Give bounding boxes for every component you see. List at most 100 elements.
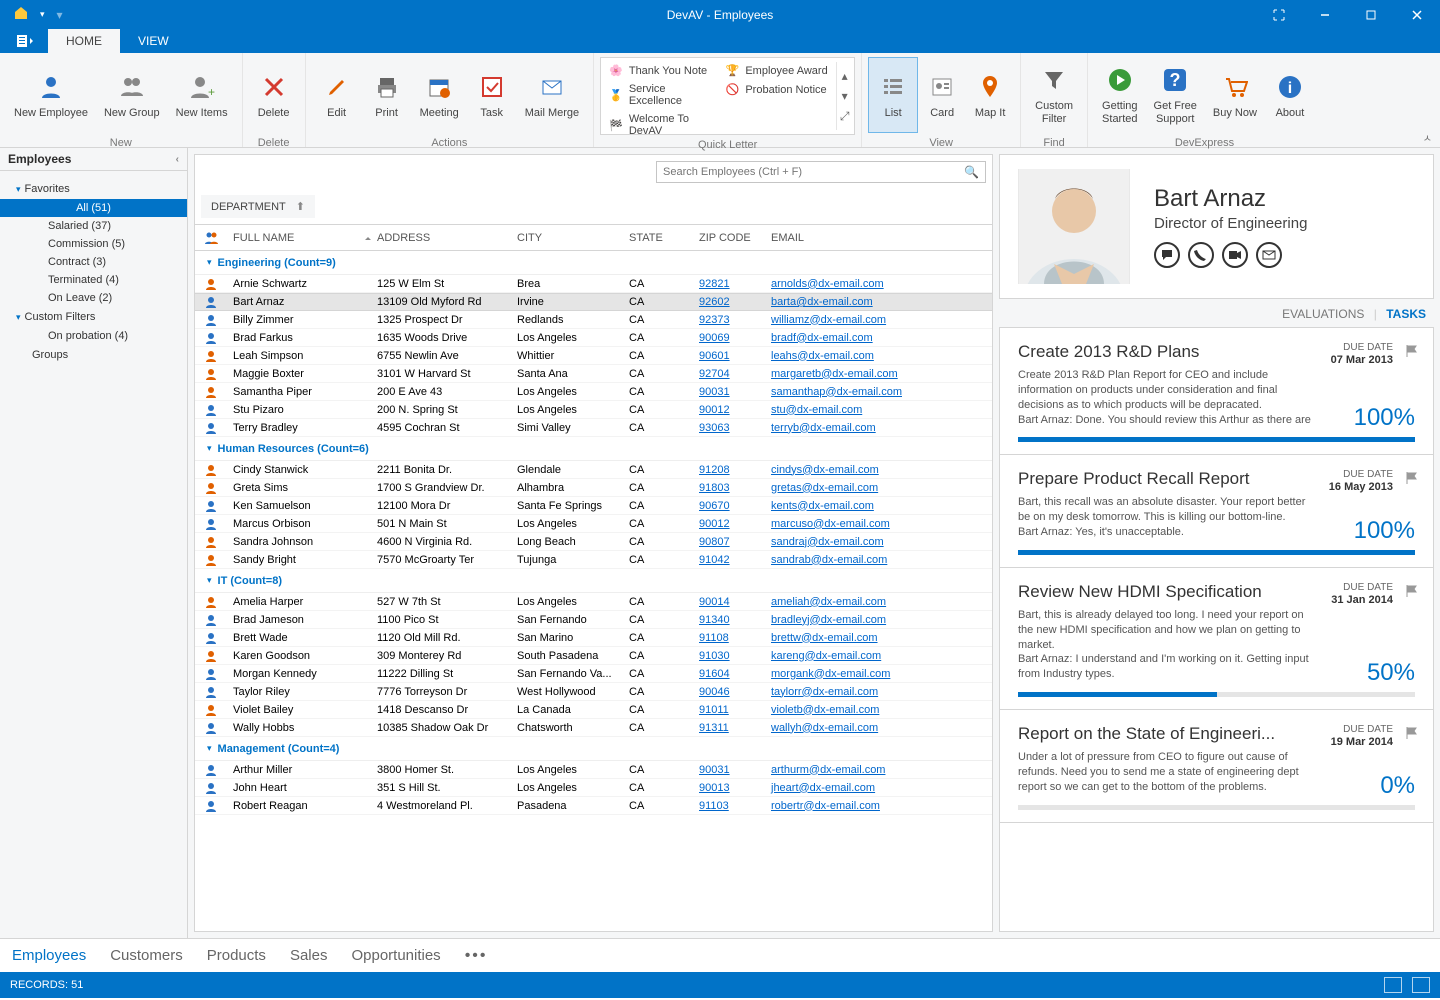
- tab-home[interactable]: HOME: [48, 29, 120, 53]
- sidebar-filter-item[interactable]: On Leave (2): [0, 289, 187, 307]
- table-row[interactable]: Arthur Miller3800 Homer St.Los AngelesCA…: [195, 761, 992, 779]
- card-view-button[interactable]: Card: [918, 57, 966, 133]
- col-header-pin[interactable]: [357, 231, 371, 244]
- bottom-nav-item[interactable]: Employees: [12, 947, 86, 964]
- group-by-chip[interactable]: DEPARTMENT: [211, 201, 286, 213]
- favorites-expander[interactable]: ▾Favorites: [0, 179, 187, 199]
- sidebar-filter-item[interactable]: All (51): [0, 199, 187, 217]
- maximize-button[interactable]: [1348, 0, 1394, 29]
- sidebar-filter-item[interactable]: Salaried (37): [0, 217, 187, 235]
- bottom-nav-item[interactable]: Sales: [290, 947, 328, 964]
- table-row[interactable]: Karen Goodson309 Monterey RdSouth Pasade…: [195, 647, 992, 665]
- task-item[interactable]: Report on the State of Engineeri...DUE D…: [1000, 710, 1433, 823]
- groups-node[interactable]: Groups: [0, 345, 187, 365]
- table-row[interactable]: Robert Reagan4 Westmoreland Pl.PasadenaC…: [195, 797, 992, 815]
- search-icon[interactable]: 🔍: [964, 165, 979, 179]
- table-row[interactable]: Arnie Schwartz125 W Elm StBreaCA92821arn…: [195, 275, 992, 293]
- group-panel[interactable]: DEPARTMENT⬆: [195, 189, 992, 225]
- task-item[interactable]: Prepare Product Recall ReportDUE DATE16 …: [1000, 455, 1433, 568]
- table-row[interactable]: Sandy Bright7570 McGroarty TerTujungaCA9…: [195, 551, 992, 569]
- group-row[interactable]: IT (Count=8): [195, 569, 992, 593]
- col-header-city[interactable]: CITY: [511, 232, 623, 244]
- col-header-name[interactable]: FULL NAME: [227, 232, 357, 244]
- sidebar-custom-filter-item[interactable]: On probation (4): [0, 327, 187, 345]
- group-row[interactable]: Management (Count=4): [195, 737, 992, 761]
- status-list-view-button[interactable]: [1384, 977, 1402, 993]
- sidebar-filter-item[interactable]: Commission (5): [0, 235, 187, 253]
- mail-merge-button[interactable]: Mail Merge: [517, 57, 587, 133]
- gallery-down-button[interactable]: ▾: [837, 86, 852, 106]
- table-row[interactable]: Ken Samuelson12100 Mora DrSanta Fe Sprin…: [195, 497, 992, 515]
- col-header-email[interactable]: EMAIL: [765, 232, 992, 244]
- table-row[interactable]: Samantha Piper200 E Ave 43Los AngelesCA9…: [195, 383, 992, 401]
- table-row[interactable]: Greta Sims1700 S Grandview Dr.AlhambraCA…: [195, 479, 992, 497]
- map-it-button[interactable]: Map It: [966, 57, 1014, 133]
- task-item[interactable]: Create 2013 R&D PlansDUE DATE07 Mar 2013…: [1000, 328, 1433, 455]
- close-button[interactable]: [1394, 0, 1440, 29]
- table-row[interactable]: Brad Jameson1100 Pico StSan FernandoCA91…: [195, 611, 992, 629]
- tab-tasks[interactable]: TASKS: [1386, 307, 1426, 321]
- table-row[interactable]: Bart Arnaz13109 Old Myford RdIrvineCA926…: [195, 293, 992, 311]
- new-employee-button[interactable]: New Employee: [6, 57, 96, 133]
- delete-button[interactable]: Delete: [249, 57, 299, 133]
- task-button[interactable]: Task: [467, 57, 517, 133]
- quick-letter-welcome[interactable]: 🏁Welcome To DevAV: [603, 111, 720, 139]
- quick-letter-employee-award[interactable]: 🏆Employee Award: [720, 62, 837, 79]
- meeting-button[interactable]: Meeting: [412, 57, 467, 133]
- custom-filters-expander[interactable]: ▾Custom Filters: [0, 307, 187, 327]
- gallery-up-button[interactable]: ▴: [837, 66, 852, 86]
- chat-button[interactable]: [1154, 242, 1180, 268]
- col-header-state[interactable]: STATE: [623, 232, 693, 244]
- status-card-view-button[interactable]: [1412, 977, 1430, 993]
- quick-letter-probation[interactable]: 🚫Probation Notice: [720, 81, 837, 98]
- sidebar-filter-item[interactable]: Terminated (4): [0, 271, 187, 289]
- table-row[interactable]: Billy Zimmer1325 Prospect DrRedlandsCA92…: [195, 311, 992, 329]
- chevron-left-icon[interactable]: ‹: [176, 154, 179, 165]
- ribbon-collapse-button[interactable]: ㅅ: [1423, 130, 1432, 145]
- chevron-down-icon[interactable]: ▾: [40, 9, 45, 20]
- table-row[interactable]: Brad Farkus1635 Woods DriveLos AngelesCA…: [195, 329, 992, 347]
- edit-button[interactable]: Edit: [312, 57, 362, 133]
- new-items-button[interactable]: +New Items: [168, 57, 236, 133]
- table-row[interactable]: Leah Simpson6755 Newlin AveWhittierCA906…: [195, 347, 992, 365]
- call-button[interactable]: [1188, 242, 1214, 268]
- bottom-nav-item[interactable]: Opportunities: [351, 947, 440, 964]
- table-row[interactable]: Stu Pizaro200 N. Spring StLos AngelesCA9…: [195, 401, 992, 419]
- get-free-support-button[interactable]: ?Get Free Support: [1146, 57, 1205, 133]
- search-box[interactable]: 🔍: [656, 161, 986, 183]
- app-menu-button[interactable]: [4, 29, 48, 53]
- gallery-expand-button[interactable]: ⤢: [837, 106, 852, 126]
- quick-letter-service-excellence[interactable]: 🥇Service Excellence: [603, 81, 720, 109]
- bottom-nav-item[interactable]: Customers: [110, 947, 183, 964]
- fullscreen-button[interactable]: [1256, 0, 1302, 29]
- search-input[interactable]: [663, 166, 964, 178]
- table-row[interactable]: Violet Bailey1418 Descanso DrLa CanadaCA…: [195, 701, 992, 719]
- app-menu-icon[interactable]: [14, 6, 28, 23]
- table-row[interactable]: Maggie Boxter3101 W Harvard StSanta AnaC…: [195, 365, 992, 383]
- list-view-button[interactable]: List: [868, 57, 918, 133]
- col-header-address[interactable]: ADDRESS: [371, 232, 511, 244]
- getting-started-button[interactable]: Getting Started: [1094, 57, 1145, 133]
- group-row[interactable]: Engineering (Count=9): [195, 251, 992, 275]
- table-row[interactable]: John Heart351 S Hill St.Los AngelesCA900…: [195, 779, 992, 797]
- tab-view[interactable]: VIEW: [120, 29, 187, 53]
- table-row[interactable]: Brett Wade1120 Old Mill Rd.San MarinoCA9…: [195, 629, 992, 647]
- quick-letter-thank-you[interactable]: 🌸Thank You Note: [603, 62, 720, 79]
- task-item[interactable]: Review New HDMI SpecificationDUE DATE31 …: [1000, 568, 1433, 710]
- about-button[interactable]: iAbout: [1265, 57, 1315, 133]
- bottom-nav-more[interactable]: •••: [465, 947, 488, 965]
- tab-evaluations[interactable]: EVALUATIONS: [1282, 307, 1364, 321]
- table-row[interactable]: Marcus Orbison501 N Main StLos AngelesCA…: [195, 515, 992, 533]
- email-button[interactable]: [1256, 242, 1282, 268]
- table-row[interactable]: Morgan Kennedy11222 Dilling StSan Fernan…: [195, 665, 992, 683]
- table-row[interactable]: Taylor Riley7776 Torreyson DrWest Hollyw…: [195, 683, 992, 701]
- print-button[interactable]: Print: [362, 57, 412, 133]
- table-row[interactable]: Sandra Johnson4600 N Virginia Rd.Long Be…: [195, 533, 992, 551]
- col-header-zip[interactable]: ZIP CODE: [693, 232, 765, 244]
- video-button[interactable]: [1222, 242, 1248, 268]
- group-row[interactable]: Human Resources (Count=6): [195, 437, 992, 461]
- minimize-button[interactable]: [1302, 0, 1348, 29]
- new-group-button[interactable]: New Group: [96, 57, 168, 133]
- table-row[interactable]: Wally Hobbs10385 Shadow Oak DrChatsworth…: [195, 719, 992, 737]
- buy-now-button[interactable]: Buy Now: [1205, 57, 1265, 133]
